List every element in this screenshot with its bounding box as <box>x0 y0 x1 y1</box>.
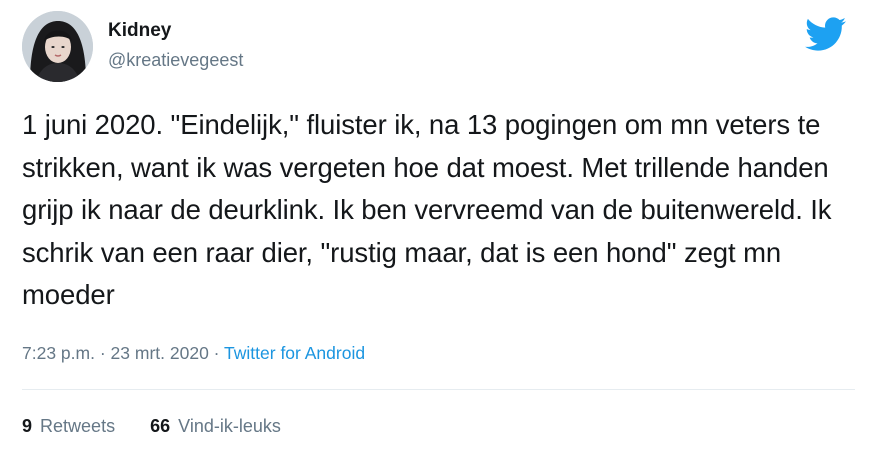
tweet-stats: 9 Retweets 66 Vind-ik-leuks <box>22 416 311 437</box>
tweet-card: Kidney @kreatievegeest 1 juni 2020. "Ein… <box>0 0 875 451</box>
tweet-source-link[interactable]: Twitter for Android <box>224 343 365 363</box>
user-handle[interactable]: @kreatievegeest <box>108 50 243 71</box>
avatar-photo <box>22 11 93 82</box>
meta-separator: · <box>99 343 106 363</box>
meta-separator: · <box>213 343 220 363</box>
likes-count: 66 <box>150 416 171 436</box>
likes-stat[interactable]: 66 Vind-ik-leuks <box>150 416 281 437</box>
divider <box>22 389 855 390</box>
retweets-stat[interactable]: 9 Retweets <box>22 416 115 437</box>
likes-label: Vind-ik-leuks <box>178 416 281 436</box>
twitter-bird-icon-graphic <box>805 17 846 51</box>
tweet-time[interactable]: 7:23 p.m. <box>22 343 95 363</box>
tweet-date[interactable]: 23 mrt. 2020 <box>111 343 209 363</box>
twitter-bird-icon[interactable] <box>803 16 847 52</box>
tweet-text: 1 juni 2020. "Eindelijk," fluister ik, n… <box>22 109 832 310</box>
tweet-meta: 7:23 p.m. · 23 mrt. 2020 · Twitter for A… <box>22 343 365 364</box>
display-name[interactable]: Kidney <box>108 20 171 42</box>
retweets-label: Retweets <box>40 416 116 436</box>
avatar[interactable] <box>22 11 93 82</box>
retweets-count: 9 <box>22 416 33 436</box>
